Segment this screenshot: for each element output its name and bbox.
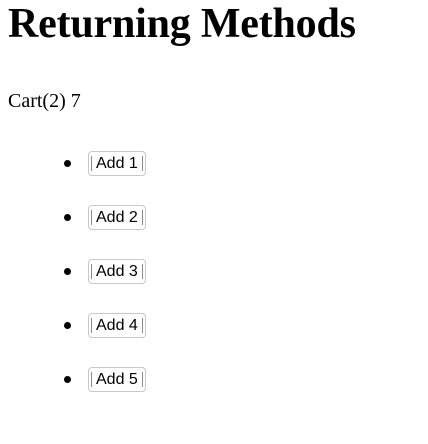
bullet-icon <box>64 160 71 167</box>
list-item: Add 5 <box>0 360 200 397</box>
add-3-button[interactable]: Add 3 <box>88 259 146 284</box>
add-1-button[interactable]: Add 1 <box>88 151 146 176</box>
bullet-icon <box>64 268 71 275</box>
bullet-icon <box>64 214 71 221</box>
bullet-icon <box>64 322 71 329</box>
list-item: Add 2 <box>0 198 200 235</box>
page-title: Returning Methods <box>8 1 356 47</box>
add-4-button[interactable]: Add 4 <box>88 313 146 338</box>
list-item: Add 4 <box>0 306 200 343</box>
add-5-button[interactable]: Add 5 <box>88 367 146 392</box>
bullet-icon <box>64 376 71 383</box>
add-2-button[interactable]: Add 2 <box>88 205 146 230</box>
list-item: Add 3 <box>0 252 200 289</box>
list-item: Add 1 <box>0 144 200 181</box>
item-list: Add 1 Add 2 Add 3 Add 4 Add 5 <box>0 144 200 414</box>
page: Returning Methods <box>0 0 428 48</box>
cart-summary: Cart(2) 7 <box>8 90 81 112</box>
